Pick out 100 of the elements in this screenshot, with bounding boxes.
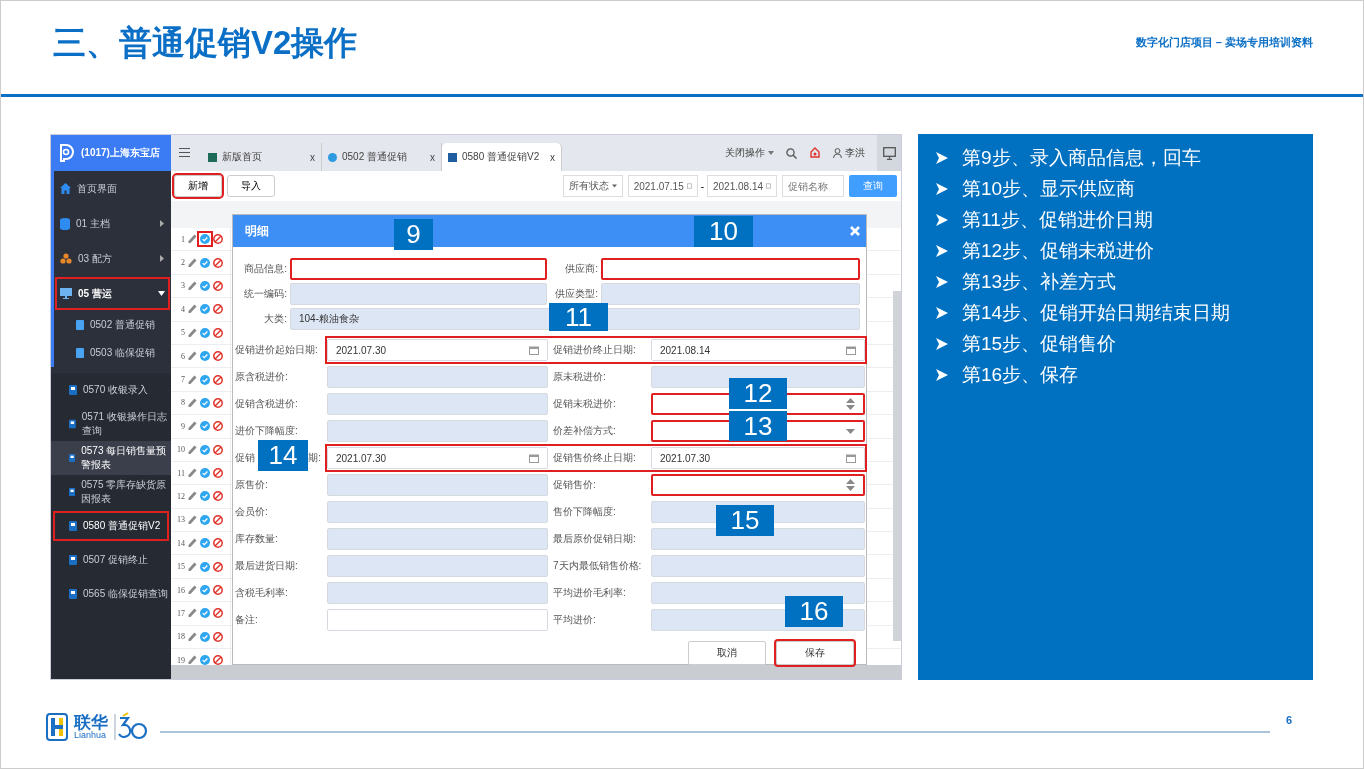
edit-icon[interactable] bbox=[188, 280, 197, 291]
caret-icon bbox=[611, 184, 617, 188]
edit-icon[interactable] bbox=[188, 327, 197, 338]
input-field[interactable] bbox=[601, 257, 860, 280]
prohibited-icon[interactable] bbox=[213, 304, 223, 315]
sidebar-subitem[interactable]: 0502 普通促销 bbox=[54, 311, 171, 339]
row-number: 10 bbox=[176, 445, 185, 455]
edit-icon[interactable] bbox=[188, 257, 197, 268]
row-number: 9 bbox=[180, 421, 185, 431]
close-actions-menu[interactable]: 关闭操作 bbox=[725, 146, 774, 160]
sidebar-subitem[interactable]: 0573 每日销售量预警报表 bbox=[51, 441, 171, 475]
edit-icon[interactable] bbox=[188, 514, 197, 525]
monitor-icon bbox=[60, 288, 72, 299]
prohibited-icon[interactable] bbox=[213, 280, 223, 291]
edit-icon[interactable] bbox=[188, 304, 197, 315]
calendar-icon bbox=[686, 182, 692, 190]
number-field[interactable] bbox=[651, 474, 865, 496]
vertical-scrollbar[interactable] bbox=[893, 291, 901, 641]
approve-button[interactable] bbox=[197, 652, 213, 665]
prohibited-icon[interactable] bbox=[213, 234, 223, 245]
edit-icon[interactable] bbox=[188, 421, 197, 432]
promotion-name-field[interactable]: 促销名称 bbox=[782, 175, 844, 197]
tab[interactable]: 新版首页 x bbox=[202, 143, 322, 171]
row-number: 19 bbox=[176, 655, 185, 665]
dialog-button[interactable]: 保存 bbox=[776, 641, 854, 665]
home-icon bbox=[60, 183, 71, 194]
user-menu[interactable]: 李洪 bbox=[833, 146, 865, 160]
dialog-button[interactable]: 取消 bbox=[688, 641, 766, 665]
toolbar-button[interactable]: 新增 bbox=[174, 175, 222, 197]
toolbar-button[interactable]: 导入 bbox=[227, 175, 275, 197]
sidebar-subitem[interactable]: 0580 普通促销V2 bbox=[51, 509, 171, 543]
tab-close[interactable]: x bbox=[550, 151, 555, 163]
edit-icon[interactable] bbox=[188, 561, 197, 572]
edit-icon[interactable] bbox=[188, 351, 197, 362]
field-label: 供应类型: bbox=[554, 286, 598, 301]
edit-icon[interactable] bbox=[188, 655, 197, 665]
step-text: 第16步、保存 bbox=[962, 363, 1079, 387]
step-text: 第12步、促销未税进价 bbox=[962, 239, 1155, 263]
prohibited-icon[interactable] bbox=[213, 631, 223, 642]
prohibited-icon[interactable] bbox=[213, 608, 223, 619]
approve-button[interactable] bbox=[197, 231, 213, 248]
prohibited-icon[interactable] bbox=[213, 374, 223, 385]
tab-close[interactable]: x bbox=[310, 151, 315, 163]
prohibited-icon[interactable] bbox=[213, 257, 223, 268]
step-number-callout: 16 bbox=[785, 596, 843, 627]
edit-icon[interactable] bbox=[188, 468, 197, 479]
prohibited-icon[interactable] bbox=[213, 468, 223, 479]
prohibited-icon[interactable] bbox=[213, 655, 223, 665]
start-date-field[interactable]: 2021.07.15 bbox=[627, 175, 698, 197]
prohibited-icon[interactable] bbox=[213, 491, 223, 502]
menu-icon[interactable] bbox=[179, 148, 190, 157]
edit-icon[interactable] bbox=[188, 608, 197, 619]
field-label: 供应商: bbox=[564, 261, 598, 276]
check-circle-icon bbox=[200, 631, 210, 642]
prohibited-icon[interactable] bbox=[213, 444, 223, 455]
prohibited-icon[interactable] bbox=[213, 351, 223, 362]
prohibited-icon[interactable] bbox=[213, 561, 223, 572]
tab[interactable]: 0580 普通促销V2 x bbox=[442, 143, 562, 171]
sidebar-item[interactable]: 01 主档 bbox=[54, 206, 171, 241]
edit-icon[interactable] bbox=[188, 491, 197, 502]
check-circle-icon bbox=[200, 327, 210, 338]
prohibited-icon[interactable] bbox=[213, 421, 223, 432]
date-field[interactable]: 2021.08.14 bbox=[651, 339, 865, 361]
edit-icon[interactable] bbox=[188, 538, 197, 549]
field-label: 平均进价毛利率: bbox=[552, 586, 627, 600]
sidebar-item[interactable]: 首页界面 bbox=[54, 171, 171, 206]
prohibited-icon[interactable] bbox=[213, 397, 223, 408]
field-label: 原含税进价: bbox=[234, 370, 289, 384]
status-dropdown[interactable]: 所有状态 bbox=[562, 175, 623, 197]
monitor-icon[interactable] bbox=[882, 146, 896, 160]
date-field[interactable]: 2021.07.30 bbox=[651, 447, 865, 469]
search-icon[interactable] bbox=[786, 147, 797, 159]
field-label: 促销 bbox=[235, 451, 255, 465]
prohibited-icon[interactable] bbox=[213, 514, 223, 525]
sidebar-item[interactable]: 03 配方 bbox=[54, 241, 171, 276]
prohibited-icon[interactable] bbox=[213, 327, 223, 338]
tab-close[interactable]: x bbox=[430, 151, 435, 163]
prohibited-icon[interactable] bbox=[213, 538, 223, 549]
edit-icon[interactable] bbox=[188, 444, 197, 455]
prohibited-icon[interactable] bbox=[213, 585, 223, 596]
bag-icon bbox=[69, 555, 77, 565]
close-icon[interactable] bbox=[850, 226, 860, 236]
input-field[interactable] bbox=[290, 257, 547, 280]
edit-icon[interactable] bbox=[188, 374, 197, 385]
date-field[interactable]: 2021.07.30 bbox=[327, 339, 548, 361]
field-label: 商品信息: bbox=[243, 261, 287, 276]
edit-icon[interactable] bbox=[188, 397, 197, 408]
step-number-callout: 13 bbox=[729, 411, 787, 441]
arrowhead-bullet-icon bbox=[936, 152, 948, 164]
sidebar-subitem[interactable]: 0503 临保促销 bbox=[54, 339, 171, 367]
sidebar-item[interactable]: 05 营运 bbox=[54, 276, 171, 311]
edit-icon[interactable] bbox=[188, 631, 197, 642]
horizontal-scrollbar[interactable] bbox=[171, 665, 901, 679]
edit-icon[interactable] bbox=[188, 234, 197, 245]
field-label: 价差补偿方式: bbox=[552, 424, 617, 438]
row-number: 7 bbox=[180, 375, 185, 385]
row-number: 13 bbox=[176, 515, 185, 525]
end-date-field[interactable]: 2021.08.14 bbox=[707, 175, 777, 197]
edit-icon[interactable] bbox=[188, 585, 197, 596]
date-field[interactable]: 2021.07.30 bbox=[327, 447, 548, 469]
